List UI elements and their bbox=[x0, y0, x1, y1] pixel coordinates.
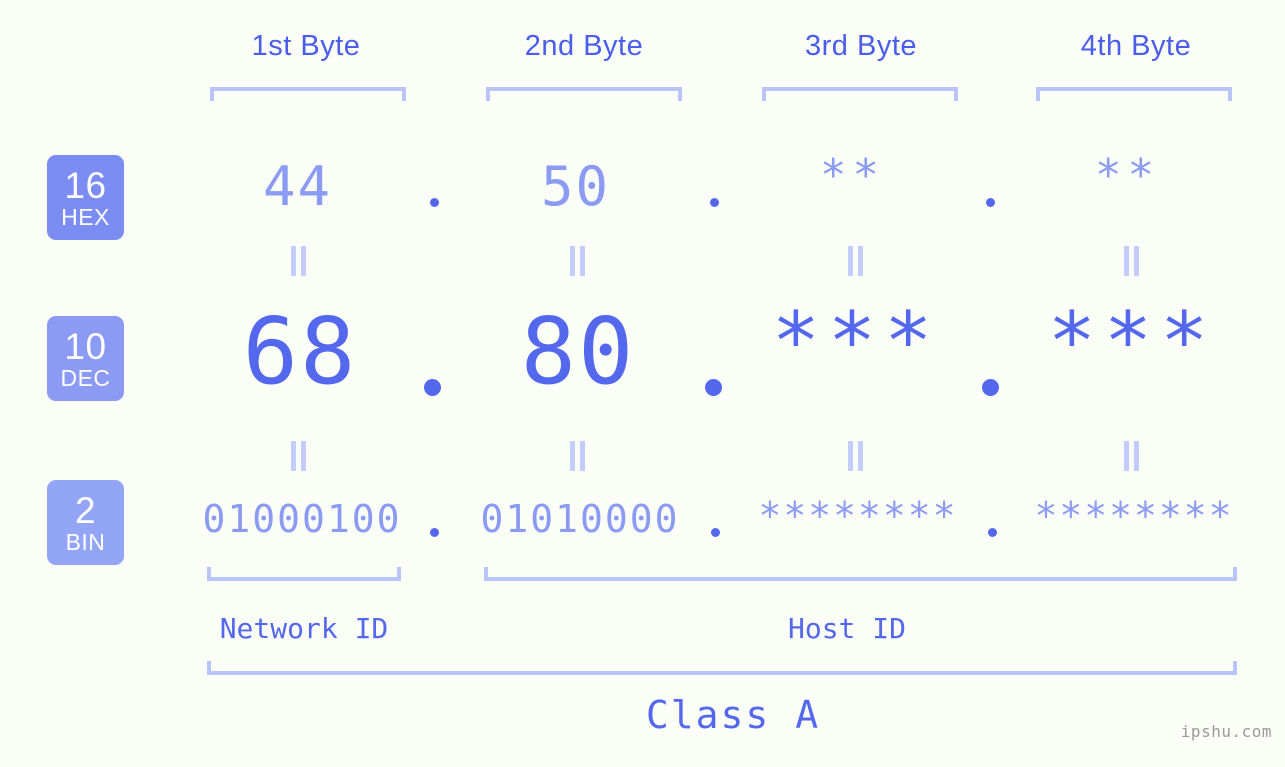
byte-bracket-2 bbox=[486, 87, 682, 101]
equals-connector-dec-bin-2 bbox=[570, 441, 586, 471]
base-badge-bin: 2 BIN bbox=[47, 480, 124, 565]
hex-byte-4: ** bbox=[1095, 150, 1160, 201]
hex-byte-3: ** bbox=[820, 150, 885, 201]
equals-connector-hex-dec-2 bbox=[570, 246, 586, 276]
byte-header-4: 4th Byte bbox=[1080, 30, 1192, 62]
equals-connector-hex-dec-1 bbox=[291, 246, 307, 276]
host-id-label: Host ID bbox=[787, 612, 906, 645]
equals-connector-hex-dec-4 bbox=[1124, 246, 1140, 276]
base-badge-dec-number: 10 bbox=[64, 325, 107, 367]
equals-connector-dec-bin-1 bbox=[291, 441, 307, 471]
bin-byte-2: 01010000 bbox=[480, 497, 680, 541]
base-badge-bin-unit: BIN bbox=[65, 528, 106, 555]
hex-separator-dot-1 bbox=[430, 198, 439, 207]
equals-connector-hex-dec-3 bbox=[848, 246, 864, 276]
byte-header-2: 2nd Byte bbox=[524, 30, 644, 62]
ip-address-breakdown-diagram: 1st Byte 2nd Byte 3rd Byte 4th Byte 16 H… bbox=[0, 0, 1285, 767]
network-id-label: Network ID bbox=[219, 612, 389, 645]
dec-separator-dot-3 bbox=[982, 379, 999, 396]
hex-byte-1: 44 bbox=[262, 155, 333, 218]
bin-byte-1: 01000100 bbox=[202, 497, 402, 541]
byte-header-3: 3rd Byte bbox=[805, 30, 917, 62]
base-badge-dec: 10 DEC bbox=[47, 316, 124, 401]
hex-separator-dot-3 bbox=[986, 198, 995, 207]
bin-separator-dot-1 bbox=[430, 528, 439, 537]
bin-separator-dot-2 bbox=[711, 528, 720, 537]
dec-byte-2: 80 bbox=[520, 298, 636, 405]
base-badge-hex-number: 16 bbox=[64, 164, 107, 206]
bin-byte-3: ******** bbox=[758, 494, 958, 538]
equals-connector-dec-bin-4 bbox=[1124, 441, 1140, 471]
dec-byte-3: *** bbox=[771, 295, 941, 388]
watermark: ipshu.com bbox=[1180, 722, 1272, 741]
bin-separator-dot-3 bbox=[988, 528, 997, 537]
dec-byte-4: *** bbox=[1047, 295, 1217, 388]
byte-bracket-3 bbox=[762, 87, 958, 101]
dec-separator-dot-1 bbox=[424, 379, 441, 396]
base-badge-hex-unit: HEX bbox=[61, 203, 110, 230]
byte-header-1: 1st Byte bbox=[251, 30, 361, 62]
base-badge-bin-number: 2 bbox=[74, 489, 97, 531]
byte-bracket-1 bbox=[210, 87, 406, 101]
bin-byte-4: ******** bbox=[1034, 494, 1234, 538]
byte-bracket-4 bbox=[1036, 87, 1232, 101]
hex-separator-dot-2 bbox=[710, 198, 719, 207]
dec-byte-1: 68 bbox=[242, 298, 358, 405]
base-badge-dec-unit: DEC bbox=[60, 364, 111, 391]
class-bracket bbox=[207, 661, 1237, 675]
host-id-bracket bbox=[484, 567, 1237, 581]
dec-separator-dot-2 bbox=[705, 379, 722, 396]
equals-connector-dec-bin-3 bbox=[848, 441, 864, 471]
hex-byte-2: 50 bbox=[540, 155, 611, 218]
class-label: Class A bbox=[645, 693, 821, 737]
network-id-bracket bbox=[207, 567, 401, 581]
base-badge-hex: 16 HEX bbox=[47, 155, 124, 240]
